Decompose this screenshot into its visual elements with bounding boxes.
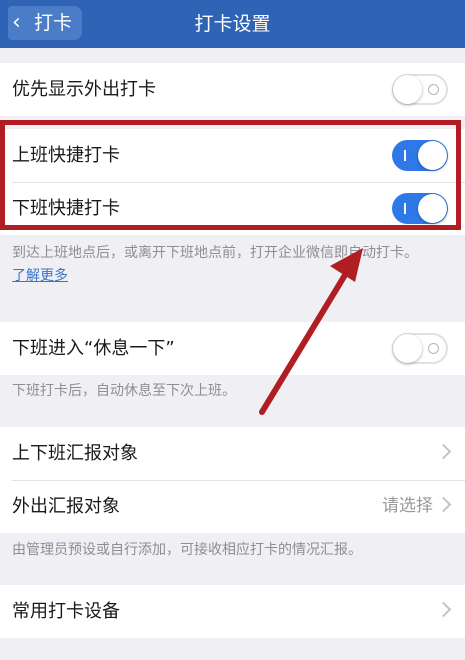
toggle-knob	[393, 334, 422, 363]
rest-mode-label: 下班进入“休息一下”	[12, 338, 175, 359]
rest-mode-note: 下班打卡后，自动休息至下次上班。	[12, 383, 236, 399]
outside-report-target-label: 外出汇报对象	[12, 496, 120, 517]
chevron-right-icon	[435, 496, 452, 513]
page-title: 打卡设置	[194, 13, 271, 35]
report-note: 由管理员预设或自行添加，可接收相应打卡的情况汇报。	[12, 542, 362, 558]
chevron-right-icon	[435, 601, 452, 618]
report-group: 上下班汇报对象 外出汇报对象 请选择	[0, 427, 465, 533]
nav-bar: ‹ 打卡 打卡设置	[0, 0, 465, 48]
rest-group: 下班进入“休息一下”	[0, 322, 465, 375]
chevron-right-icon	[435, 443, 452, 460]
annotation-highlight-box	[0, 120, 461, 230]
outside-report-target-row[interactable]: 外出汇报对象 请选择	[0, 480, 465, 533]
priority-outside-row[interactable]: 优先显示外出打卡	[0, 63, 465, 116]
report-target-row[interactable]: 上下班汇报对象	[0, 427, 465, 480]
devices-group: 常用打卡设备	[0, 585, 465, 638]
common-devices-row[interactable]: 常用打卡设备	[0, 585, 465, 638]
priority-group: 优先显示外出打卡	[0, 63, 465, 116]
priority-outside-label: 优先显示外出打卡	[12, 79, 156, 100]
toggle-off-mark	[428, 84, 439, 95]
toggle-knob	[393, 75, 422, 104]
quick-clock-note: 到达上班地点后，或离开下班地点前，打开企业微信即自动打卡。	[12, 245, 418, 261]
learn-more-link[interactable]: 了解更多	[12, 266, 68, 286]
toggle-off-mark	[428, 343, 439, 354]
common-devices-label: 常用打卡设备	[12, 601, 120, 622]
priority-outside-toggle[interactable]	[392, 74, 448, 105]
outside-report-target-value: 请选择	[382, 496, 433, 516]
rest-mode-toggle[interactable]	[392, 333, 448, 364]
report-target-label: 上下班汇报对象	[12, 443, 138, 464]
rest-mode-row[interactable]: 下班进入“休息一下”	[0, 322, 465, 375]
